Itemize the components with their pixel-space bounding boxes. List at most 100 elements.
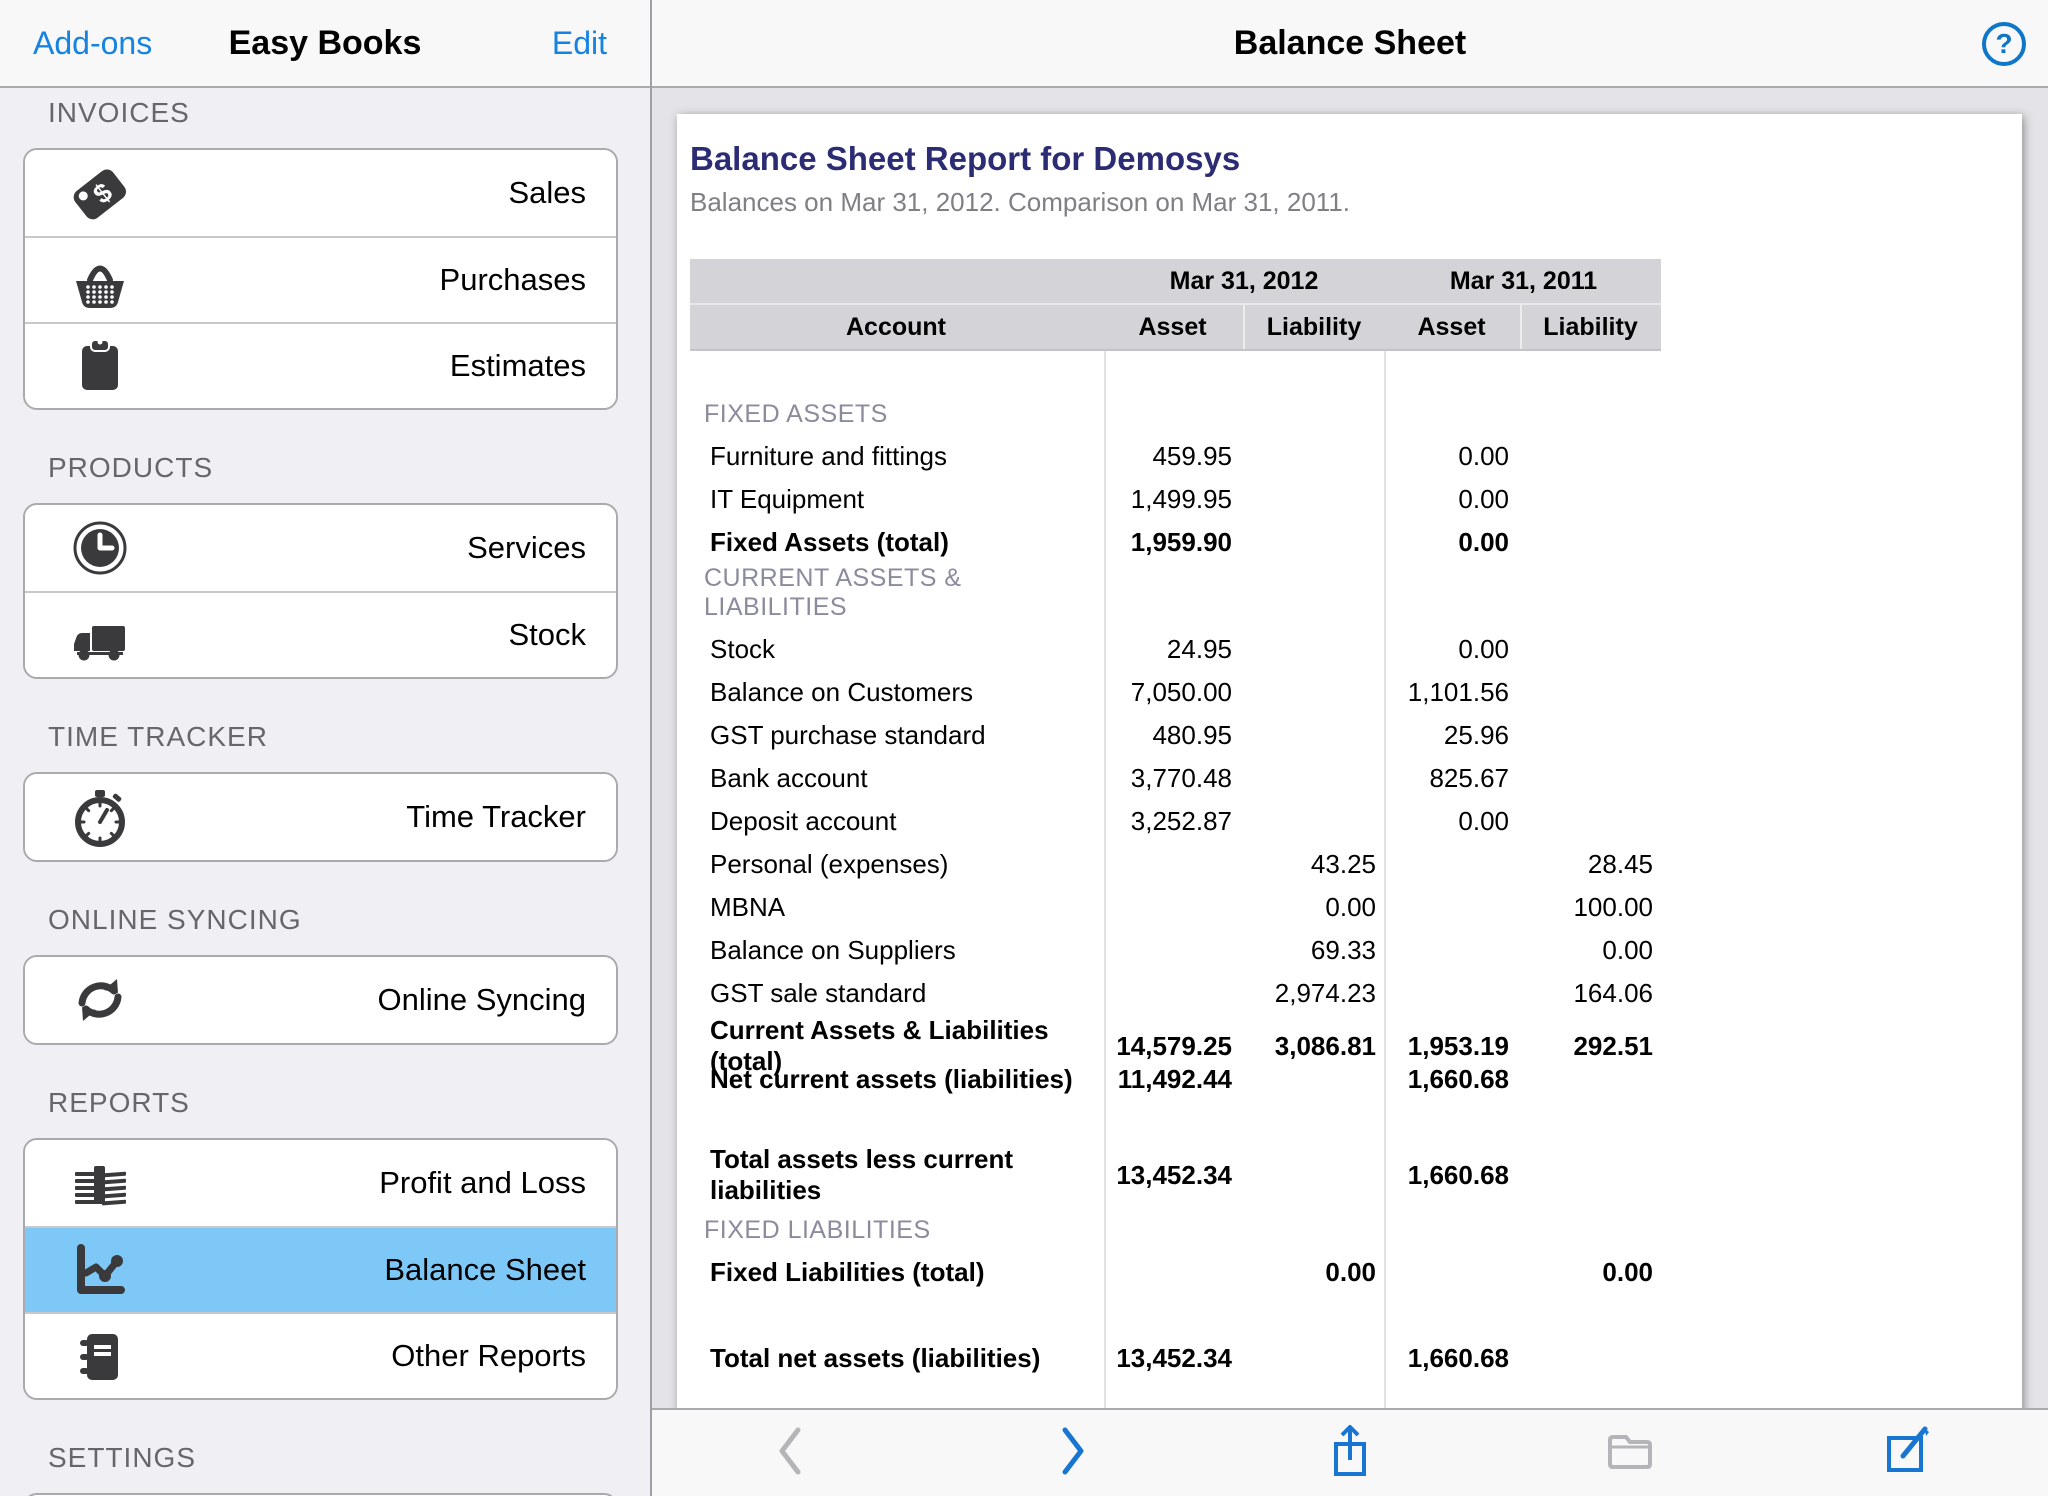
- sidebar-item-sales[interactable]: $Sales: [25, 150, 616, 236]
- liability-2011-cell: 164.06: [1517, 972, 1661, 1015]
- account-cell: GST sale standard: [690, 972, 1104, 1015]
- help-button[interactable]: ?: [1982, 22, 2026, 66]
- basket-icon: [65, 245, 135, 315]
- sync-icon: [65, 965, 135, 1035]
- sidebar-item-label: Services: [135, 530, 616, 566]
- asset-2012-cell: [1104, 843, 1240, 886]
- easy-books-app: Add-ons Easy Books Edit Balance Sheet ? …: [0, 0, 2048, 1496]
- liability-2011-cell: [1517, 1101, 1661, 1144]
- sidebar-item-label: Online Syncing: [135, 982, 616, 1018]
- asset-2012-cell: [1104, 1251, 1240, 1294]
- forward-chevron-button[interactable]: [1041, 1423, 1101, 1483]
- liability-2012-cell: [1240, 564, 1384, 628]
- asset-2011-cell: [1384, 1294, 1517, 1337]
- liability-2011-cell: [1517, 1187, 1661, 1251]
- asset-2012-cell: 24.95: [1104, 628, 1240, 671]
- table-row: Total assets less current liabilities13,…: [690, 1144, 1661, 1187]
- liability-2011-cell: [1517, 1058, 1661, 1101]
- bottom-toolbar: [652, 1408, 2048, 1496]
- table-row: MBNA0.00100.00: [690, 886, 1661, 929]
- sidebar-item-time-tracker[interactable]: Time Tracker: [25, 774, 616, 860]
- sidebar-item-stock[interactable]: Stock: [25, 591, 616, 677]
- sidebar-item-other-reports[interactable]: Other Reports: [25, 1312, 616, 1398]
- liability-2011-cell: [1517, 1337, 1661, 1380]
- table-row: Total net assets (liabilities)13,452.341…: [690, 1337, 1661, 1380]
- account-cell: Fixed Liabilities (total): [690, 1251, 1104, 1294]
- sidebar-item-purchases[interactable]: Purchases: [25, 236, 616, 322]
- sidebar-item-services[interactable]: Services: [25, 505, 616, 591]
- asset-2011-cell: [1384, 1101, 1517, 1144]
- sidebar-section-products: PRODUCTSServicesStock: [0, 453, 650, 679]
- asset-2011-cell: 0.00: [1384, 435, 1517, 478]
- table-body: FIXED ASSETSFurniture and fittings459.95…: [690, 371, 1661, 1444]
- asset-2012-cell: 459.95: [1104, 435, 1240, 478]
- liability-2012-cell: [1240, 478, 1384, 521]
- sidebar-item-estimates[interactable]: Estimates: [25, 322, 616, 408]
- asset-2012-cell: 3,770.48: [1104, 757, 1240, 800]
- line-chart-icon: [65, 1235, 135, 1305]
- asset-2011-cell: 1,660.68: [1384, 1337, 1517, 1380]
- account-cell: [690, 1294, 1104, 1337]
- liability-2012-cell: 69.33: [1240, 929, 1384, 972]
- liability-2011-cell: [1517, 671, 1661, 714]
- share-button[interactable]: [1320, 1423, 1380, 1483]
- account-cell: GST purchase standard: [690, 714, 1104, 757]
- table-row: Bank account3,770.48825.67: [690, 757, 1661, 800]
- section-label: ONLINE SYNCING: [48, 905, 650, 935]
- clock-icon: [65, 513, 135, 583]
- colgroup-2011: Mar 31, 2011: [1386, 259, 1661, 303]
- clipboard-icon: [65, 331, 135, 401]
- sidebar-item-label: Profit and Loss: [135, 1165, 616, 1201]
- liability-2011-cell: 0.00: [1517, 929, 1661, 972]
- asset-2011-cell: [1384, 1251, 1517, 1294]
- sidebar-item-online-syncing[interactable]: Online Syncing: [25, 957, 616, 1043]
- sidebar-item-profit-and-loss[interactable]: Profit and Loss: [25, 1140, 616, 1226]
- table-row: Balance on Customers7,050.001,101.56: [690, 671, 1661, 714]
- section-card: Services Stock: [23, 503, 618, 679]
- col-liability-2011: Liability: [1520, 305, 1659, 349]
- table-section-row: FIXED LIABILITIES: [690, 1187, 1661, 1251]
- liability-2011-cell: [1517, 714, 1661, 757]
- stopwatch-icon: [65, 782, 135, 852]
- compose-icon: [1879, 1422, 1937, 1485]
- liability-2012-cell: [1240, 671, 1384, 714]
- liability-2012-cell: [1240, 1337, 1384, 1380]
- asset-2011-cell: 0.00: [1384, 478, 1517, 521]
- account-cell: MBNA: [690, 886, 1104, 929]
- liability-2012-cell: [1240, 371, 1384, 435]
- account-cell: Balance on Suppliers: [690, 929, 1104, 972]
- account-cell: Fixed Assets (total): [690, 521, 1104, 564]
- sidebar-section-time-tracker: TIME TRACKERTime Tracker: [0, 722, 650, 862]
- section-card: Online Syncing: [23, 955, 618, 1045]
- forward-chevron-icon: [1046, 1422, 1096, 1485]
- asset-2011-cell: 0.00: [1384, 521, 1517, 564]
- table-row: Current Assets & Liabilities (total)14,5…: [690, 1015, 1661, 1058]
- asset-2011-cell: [1384, 843, 1517, 886]
- asset-2011-cell: [1384, 371, 1517, 435]
- liability-2011-cell: 0.00: [1517, 1251, 1661, 1294]
- liability-2012-cell: 43.25: [1240, 843, 1384, 886]
- asset-2011-cell: [1384, 1187, 1517, 1251]
- col-asset-2012: Asset: [1105, 305, 1240, 349]
- report-subtitle: Balances on Mar 31, 2012. Comparison on …: [690, 187, 2022, 218]
- account-cell: FIXED LIABILITIES: [690, 1187, 1104, 1251]
- asset-2012-cell: [1104, 1187, 1240, 1251]
- sidebar-item-label: Sales: [135, 175, 616, 211]
- panel-divider: [650, 0, 652, 1496]
- table-row: Fixed Liabilities (total)0.000.00: [690, 1251, 1661, 1294]
- account-cell: Total net assets (liabilities): [690, 1337, 1104, 1380]
- liability-2011-cell: 28.45: [1517, 843, 1661, 886]
- asset-2012-cell: [1104, 371, 1240, 435]
- table-row: GST sale standard2,974.23164.06: [690, 972, 1661, 1015]
- asset-2011-cell: [1384, 886, 1517, 929]
- table-spacer-row: [690, 1294, 1661, 1337]
- table-row: Furniture and fittings459.950.00: [690, 435, 1661, 478]
- liability-2011-cell: [1517, 564, 1661, 628]
- edit-button[interactable]: Edit: [552, 25, 607, 62]
- asset-2012-cell: 480.95: [1104, 714, 1240, 757]
- liability-2011-cell: [1517, 371, 1661, 435]
- compose-button[interactable]: [1878, 1423, 1938, 1483]
- asset-2012-cell: 1,499.95: [1104, 478, 1240, 521]
- table-section-row: FIXED ASSETS: [690, 371, 1661, 435]
- sidebar-item-balance-sheet[interactable]: Balance Sheet: [25, 1226, 616, 1312]
